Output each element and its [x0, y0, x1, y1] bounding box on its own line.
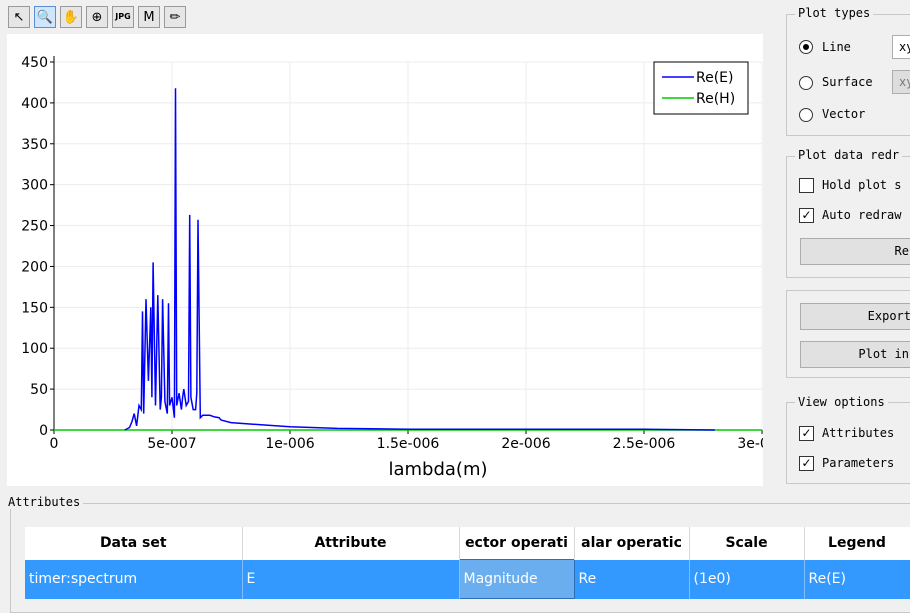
- y-tick-label: 450: [21, 55, 48, 71]
- legend-label: Re(H): [696, 91, 735, 107]
- column-header-scale[interactable]: Scale: [689, 527, 805, 560]
- export-button[interactable]: Export: [800, 303, 910, 330]
- radio-vector-label: Vector: [822, 107, 866, 121]
- attributes-table: Data set Attribute ector operati alar op…: [25, 527, 910, 599]
- view-options-title: View options: [795, 395, 888, 409]
- legend-label: Re(E): [696, 70, 733, 86]
- y-tick-label: 200: [21, 259, 48, 275]
- pointer-tool-button[interactable]: ↖: [8, 6, 30, 28]
- auto-redraw-label: Auto redraw: [822, 208, 902, 222]
- cell-attribute[interactable]: E: [242, 559, 460, 599]
- hold-plot-checkbox[interactable]: [799, 178, 814, 193]
- table-header-row: Data set Attribute ector operati alar op…: [25, 527, 910, 560]
- cell-scale[interactable]: (1e0): [689, 559, 805, 599]
- y-tick-label: 250: [21, 219, 48, 235]
- cell-legend[interactable]: Re(E): [804, 559, 910, 599]
- jpg-export-icon: JPG: [115, 12, 131, 21]
- x-tick-label: 3e-006: [737, 436, 763, 452]
- radio-surface-label: Surface: [822, 75, 873, 89]
- attributes-checkbox[interactable]: ✓: [799, 426, 814, 441]
- radio-line[interactable]: [799, 40, 813, 54]
- pencil-icon: ✏: [169, 9, 181, 25]
- parameters-checkbox-label: Parameters: [822, 456, 895, 470]
- radio-surface[interactable]: [799, 76, 813, 90]
- y-tick-label: 300: [21, 178, 48, 194]
- attributes-title: Attributes: [5, 495, 84, 509]
- x-tick-label: 1e-006: [265, 436, 314, 452]
- hand-icon: ✋: [62, 9, 80, 25]
- y-tick-label: 50: [30, 382, 48, 398]
- auto-redraw-checkbox[interactable]: ✓: [799, 208, 814, 223]
- column-header-legend[interactable]: Legend: [804, 527, 910, 560]
- y-tick-label: 150: [21, 300, 48, 316]
- pan-tool-button[interactable]: ✋: [60, 6, 82, 28]
- x-tick-label: 0: [50, 436, 59, 452]
- radio-vector[interactable]: [799, 108, 813, 122]
- zoom-region-icon: ⊕: [91, 9, 103, 25]
- radio-line-label: Line: [822, 40, 851, 54]
- plot-data-redraw-title: Plot data redr: [795, 148, 903, 162]
- magnifier-icon: 🔍: [36, 9, 54, 25]
- draw-tool-button[interactable]: ✏: [164, 6, 186, 28]
- view-options-group: [786, 402, 910, 484]
- plot-area[interactable]: 0 50 100 150 200 250 300 350 400 450 0 5e-007 1e-006…: [7, 34, 787, 486]
- column-header-data-set[interactable]: Data set: [25, 527, 243, 560]
- export-jpg-button[interactable]: JPG: [112, 6, 134, 28]
- marker-tool-button[interactable]: M: [138, 6, 160, 28]
- column-header-scalar-operation[interactable]: alar operatic: [574, 527, 690, 560]
- y-tick-label: 350: [21, 137, 48, 153]
- marker-icon: M: [143, 9, 155, 25]
- plot-types-title: Plot types: [795, 6, 874, 20]
- surface-type-combo[interactable]: xy: [892, 70, 910, 94]
- line-type-combo[interactable]: xy: [892, 35, 910, 59]
- column-header-vector-operation[interactable]: ector operati: [459, 527, 575, 560]
- y-tick-label: 0: [39, 423, 48, 439]
- series-line-ree: [124, 88, 715, 431]
- cell-data-set[interactable]: timer:spectrum: [25, 559, 243, 599]
- hold-plot-label: Hold plot s: [822, 178, 902, 192]
- zoom-region-button[interactable]: ⊕: [86, 6, 108, 28]
- y-tick-label: 400: [21, 96, 48, 112]
- cell-scalar-operation[interactable]: Re: [574, 559, 690, 599]
- cell-vector-operation[interactable]: Magnitude: [458, 559, 575, 599]
- zoom-tool-button[interactable]: 🔍: [34, 6, 56, 28]
- table-row[interactable]: timer:spectrum E Magnitude Re (1e0) Re(E…: [25, 559, 910, 599]
- arrow-pointer-icon: ↖: [13, 9, 25, 25]
- parameters-checkbox[interactable]: ✓: [799, 456, 814, 471]
- x-tick-label: 5e-007: [147, 436, 196, 452]
- attributes-checkbox-label: Attributes: [822, 426, 895, 440]
- x-axis-label: lambda(m): [388, 459, 487, 480]
- y-tick-label: 100: [21, 341, 48, 357]
- x-tick-label: 1.5e-006: [377, 436, 440, 452]
- line-chart: 0 50 100 150 200 250 300 350 400 450 0 5e-007 1e-006…: [21, 55, 786, 480]
- x-tick-label: 2e-006: [501, 436, 550, 452]
- plot-in-button[interactable]: Plot in: [800, 341, 910, 368]
- column-header-attribute[interactable]: Attribute: [242, 527, 460, 560]
- redraw-button[interactable]: Re: [800, 238, 910, 265]
- x-tick-label: 2.5e-006: [613, 436, 676, 452]
